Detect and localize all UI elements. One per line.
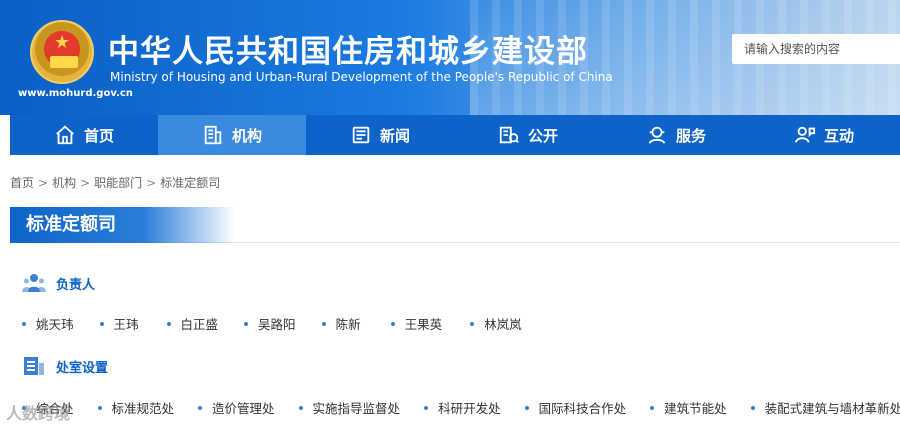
bullet-icon: [321, 321, 326, 326]
bullet-icon: [390, 321, 395, 326]
division-name: 建筑节能处: [664, 401, 727, 416]
service-icon: [646, 124, 668, 146]
page-title-bar: 标准定额司: [10, 207, 900, 243]
breadcrumb-separator: >: [38, 176, 49, 190]
leader-name: 王玮: [113, 317, 139, 332]
leader-name: 林岚岚: [484, 317, 522, 332]
division-name: 科研开发处: [438, 401, 501, 416]
division-item[interactable]: 科研开发处: [424, 398, 501, 417]
leaders-list: 姚天玮 王玮 白正盛 吴路阳 陈新 王果英 林岚岚: [22, 314, 522, 333]
division-item[interactable]: 实施指导监督处: [298, 398, 401, 417]
bullet-icon: [298, 405, 303, 410]
leader-name: 姚天玮: [36, 317, 74, 332]
divisions-list: 综合处 标准规范处 造价管理处 实施指导监督处 科研开发处 国际科技合作处 建筑…: [22, 398, 900, 417]
division-name: 国际科技合作处: [538, 401, 627, 416]
home-icon: [54, 124, 76, 146]
divisions-heading: 处室设置: [56, 360, 109, 376]
breadcrumb-link-home[interactable]: 首页: [10, 176, 34, 190]
breadcrumb-separator: >: [80, 176, 91, 190]
nav-item-label: 新闻: [379, 126, 410, 145]
nav-item-service[interactable]: 服务: [602, 115, 750, 155]
interaction-icon: [794, 124, 816, 146]
bullet-icon: [97, 405, 102, 410]
bullet-icon: [198, 405, 203, 410]
leader-item[interactable]: 白正盛: [166, 314, 219, 333]
division-item[interactable]: 造价管理处: [198, 398, 275, 417]
page-title: 标准定额司: [10, 207, 235, 243]
nav-item-label: 互动: [823, 126, 854, 145]
leader-item[interactable]: 林岚岚: [470, 314, 522, 333]
building-icon: [202, 124, 224, 146]
bullet-icon: [524, 405, 529, 410]
bullet-icon: [244, 321, 249, 326]
bullet-icon: [99, 321, 104, 326]
nav-item-label: 首页: [83, 126, 114, 145]
leader-item[interactable]: 陈新: [321, 314, 361, 333]
breadcrumb-current: 标准定额司: [160, 176, 221, 190]
breadcrumb-link-organization[interactable]: 机构: [52, 176, 76, 190]
breadcrumb-link-departments[interactable]: 职能部门: [94, 176, 142, 190]
leader-item[interactable]: 姚天玮: [22, 314, 74, 333]
people-icon: [22, 272, 46, 294]
leaders-section-header: 负责人: [22, 272, 95, 294]
division-name: 标准规范处: [111, 401, 175, 416]
bullet-icon: [424, 405, 429, 410]
divisions-section-header: 处室设置: [22, 355, 108, 377]
bullet-icon: [166, 321, 171, 326]
news-icon: [350, 124, 372, 146]
division-name: 装配式建筑与墙材革新处: [764, 401, 900, 416]
site-title-cn[interactable]: 中华人民共和国住房和城乡建设部: [108, 26, 588, 71]
watermark: 人数跨境: [6, 404, 71, 423]
breadcrumb-separator: >: [146, 176, 157, 190]
public-info-icon: [498, 124, 520, 146]
leader-name: 王果英: [404, 317, 443, 332]
leader-name: 吴路阳: [258, 317, 296, 332]
site-header: ★ www.mohurd.gov.cn 中华人民共和国住房和城乡建设部 Mini…: [0, 0, 900, 115]
nav-item-news[interactable]: 新闻: [306, 115, 454, 155]
bullet-icon: [22, 321, 26, 326]
main-nav: 首页 机构 新闻 公开 服务 互动: [10, 115, 900, 155]
bullet-icon: [470, 321, 475, 326]
division-item[interactable]: 国际科技合作处: [524, 398, 627, 417]
leader-name: 陈新: [335, 317, 361, 332]
breadcrumb: 首页 > 机构 > 职能部门 > 标准定额司: [10, 174, 220, 191]
site-url: www.mohurd.gov.cn: [18, 88, 133, 99]
nav-item-label: 服务: [675, 126, 706, 145]
site-title-en: Ministry of Housing and Urban-Rural Deve…: [110, 70, 613, 84]
bullet-icon: [750, 405, 755, 410]
leaders-heading: 负责人: [56, 277, 96, 293]
division-name: 实施指导监督处: [312, 401, 401, 416]
nav-item-public-info[interactable]: 公开: [454, 115, 602, 155]
nav-item-label: 公开: [527, 126, 558, 145]
nav-item-organization[interactable]: 机构: [158, 115, 306, 155]
division-item[interactable]: 标准规范处: [97, 398, 175, 417]
national-emblem-icon: ★: [30, 20, 94, 84]
leader-item[interactable]: 王果英: [390, 314, 443, 333]
nav-item-label: 机构: [231, 126, 262, 145]
bullet-icon: [650, 405, 655, 410]
search-input[interactable]: [732, 34, 900, 64]
nav-item-home[interactable]: 首页: [10, 115, 158, 155]
org-list-icon: [22, 355, 46, 377]
leader-item[interactable]: 王玮: [99, 314, 139, 333]
nav-item-interaction[interactable]: 互动: [750, 115, 898, 155]
division-name: 造价管理处: [212, 401, 275, 416]
leader-item[interactable]: 吴路阳: [244, 314, 296, 333]
division-item[interactable]: 装配式建筑与墙材革新处: [750, 398, 900, 417]
leader-name: 白正盛: [180, 317, 219, 332]
division-item[interactable]: 建筑节能处: [650, 398, 727, 417]
